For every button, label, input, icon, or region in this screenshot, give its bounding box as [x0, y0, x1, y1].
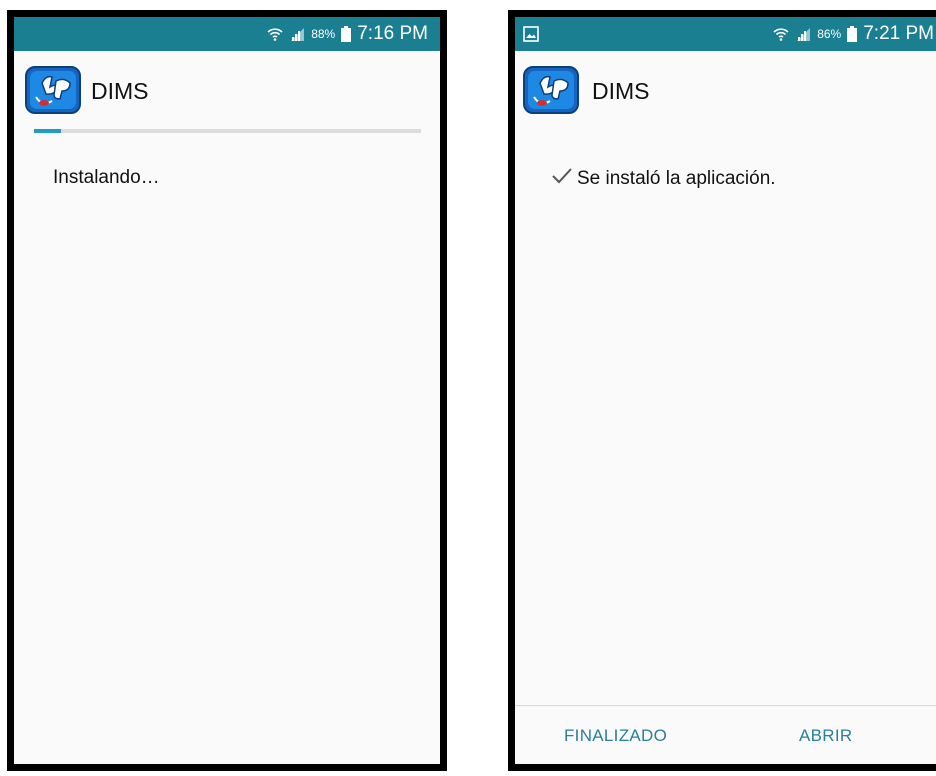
phone-installing: 88% 7:16 PM DIMS Instalando… — [7, 10, 447, 771]
signal-icon — [795, 26, 811, 42]
clock: 7:21 PM — [863, 23, 934, 44]
phone-installed: 86% 7:21 PM DIMS Se instaló la aplicació… — [508, 10, 936, 771]
app-name: DIMS — [592, 78, 650, 104]
wifi-icon — [773, 26, 789, 42]
bottom-action-bar: FINALIZADO ABRIR — [515, 705, 936, 764]
dims-logo — [24, 63, 82, 117]
gallery-notification-icon — [523, 26, 539, 47]
status-right-group: 86% 7:21 PM — [773, 17, 934, 51]
stage: 88% 7:16 PM DIMS Instalando… 86% 7:21 PM… — [0, 0, 936, 776]
status-bar: 86% 7:21 PM — [515, 17, 936, 51]
wifi-icon — [267, 26, 283, 42]
app-header: DIMS — [14, 51, 440, 129]
status-bar: 88% 7:16 PM — [14, 17, 440, 51]
battery-percent: 88% — [311, 27, 336, 41]
signal-icon — [289, 26, 305, 42]
clock: 7:16 PM — [357, 23, 428, 44]
open-button[interactable]: ABRIR — [799, 726, 852, 746]
status-right-group: 88% 7:16 PM — [267, 17, 428, 51]
battery-icon — [341, 26, 352, 42]
install-progress-fill — [34, 129, 62, 133]
install-progress-bar — [34, 129, 421, 133]
app-name: DIMS — [91, 78, 149, 104]
dims-logo — [522, 63, 580, 117]
installed-message-row: Se instaló la aplicación. — [551, 166, 776, 191]
app-header: DIMS — [515, 51, 936, 129]
installed-message: Se instaló la aplicación. — [577, 167, 776, 189]
check-icon — [551, 166, 573, 191]
battery-icon — [847, 26, 858, 42]
battery-percent: 86% — [817, 27, 842, 41]
done-button[interactable]: FINALIZADO — [564, 726, 667, 746]
installing-message: Instalando… — [53, 167, 160, 188]
